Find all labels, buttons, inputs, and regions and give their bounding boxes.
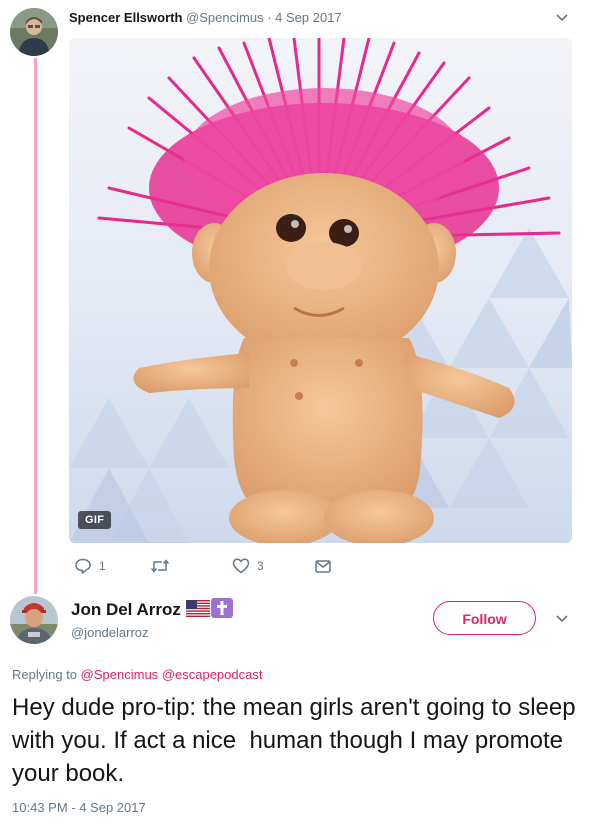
retweet-icon bbox=[150, 559, 170, 573]
thread-line bbox=[34, 58, 37, 594]
latin-cross-icon bbox=[211, 598, 233, 618]
author-name[interactable]: Spencer Ellsworth bbox=[69, 10, 182, 25]
envelope-icon bbox=[315, 560, 331, 573]
reply-count: 1 bbox=[99, 559, 106, 573]
author-handle[interactable]: @jondelarroz bbox=[71, 625, 149, 640]
avatar-jon[interactable] bbox=[10, 596, 58, 644]
retweet-button[interactable] bbox=[150, 557, 177, 575]
tweet-header: Spencer Ellsworth @Spencimus · 4 Sep 201… bbox=[69, 10, 342, 25]
heart-icon bbox=[232, 558, 250, 574]
us-flag-icon bbox=[186, 600, 210, 617]
author-name[interactable]: Jon Del Arroz bbox=[71, 600, 181, 620]
avatar-spencer[interactable] bbox=[10, 8, 58, 56]
troll-doll-gif bbox=[69, 38, 572, 543]
mention-link[interactable]: @Spencimus bbox=[81, 667, 159, 682]
gif-badge: GIF bbox=[78, 511, 112, 529]
reply-icon bbox=[75, 558, 91, 574]
replying-prefix: Replying to bbox=[12, 667, 78, 682]
chevron-down-icon[interactable] bbox=[555, 13, 569, 23]
reply-button[interactable]: 1 bbox=[74, 557, 106, 575]
separator: · bbox=[267, 10, 272, 25]
like-count: 3 bbox=[257, 559, 264, 573]
tweet-date[interactable]: 4 Sep 2017 bbox=[275, 10, 342, 25]
like-button[interactable]: 3 bbox=[232, 557, 264, 575]
chevron-down-icon[interactable] bbox=[555, 614, 569, 624]
author-handle[interactable]: @Spencimus bbox=[186, 10, 264, 25]
tweet-timestamp[interactable]: 10:43 PM - 4 Sep 2017 bbox=[12, 800, 146, 815]
follow-button[interactable]: Follow bbox=[433, 601, 536, 635]
direct-message-button[interactable] bbox=[314, 557, 332, 575]
tweet-text: Hey dude pro-tip: the mean girls aren't … bbox=[12, 694, 583, 787]
replying-to: Replying to @Spencimus @escapepodcast bbox=[12, 667, 262, 682]
mention-link[interactable]: @escapepodcast bbox=[162, 667, 263, 682]
gif-media[interactable] bbox=[69, 38, 572, 543]
